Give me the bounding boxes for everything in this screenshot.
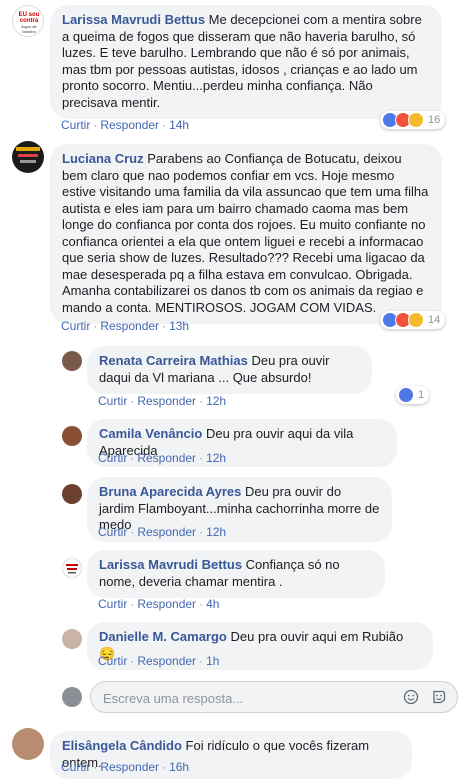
reply-link[interactable]: Responder (137, 394, 196, 408)
reply-author[interactable]: Camila Venâncio (99, 426, 202, 441)
avatar[interactable] (62, 558, 82, 578)
timestamp[interactable]: 13h (169, 319, 189, 333)
reply-bubble: Larissa Mavrudi Bettus Confiança só no n… (87, 550, 385, 598)
svg-text:barulho: barulho (22, 29, 36, 34)
emoji-icon[interactable] (403, 689, 419, 705)
like-link[interactable]: Curtir (98, 394, 127, 408)
reaction-count: 16 (428, 114, 441, 126)
comment-text: Parabens ao Confiança de Botucatu, deixo… (62, 151, 429, 315)
reactions-summary[interactable]: 16 (380, 111, 446, 129)
like-link[interactable]: Curtir (98, 597, 127, 611)
reply-actions: Curtir · Responder · 1h (98, 654, 220, 668)
avatar-logo-image (66, 564, 78, 574)
reply-actions: Curtir · Responder · 12h (98, 451, 227, 465)
timestamp[interactable]: 1h (206, 654, 219, 668)
like-reaction-icon (398, 387, 414, 403)
reply-actions: Curtir · Responder · 12h (98, 394, 227, 408)
comment-actions: Curtir · Responder · 13h (61, 319, 190, 333)
current-user-avatar (62, 687, 82, 707)
reply-actions: Curtir · Responder · 12h (98, 525, 227, 539)
like-link[interactable]: Curtir (61, 319, 90, 333)
haha-reaction-icon (408, 312, 424, 328)
like-link[interactable]: Curtir (61, 760, 90, 774)
comment-bubble: Luciana Cruz Parabens ao Confiança de Bo… (50, 144, 442, 324)
reply-author[interactable]: Renata Carreira Mathias (99, 353, 248, 368)
comment-bubble: Larissa Mavrudi Bettus Me decepcionei co… (50, 5, 442, 119)
reply-link[interactable]: Responder (137, 451, 196, 465)
avatar[interactable] (12, 728, 44, 760)
sticker-icon[interactable] (431, 689, 447, 705)
comment-author[interactable]: Elisângela Cândido (62, 738, 182, 753)
comment-author[interactable]: Luciana Cruz (62, 151, 144, 166)
reply-author[interactable]: Larissa Mavrudi Bettus (99, 557, 242, 572)
reply-bubble: Renata Carreira Mathias Deu pra ouvir da… (87, 346, 372, 394)
reply-link[interactable]: Responder (100, 319, 159, 333)
reply-link[interactable]: Responder (100, 118, 159, 132)
like-link[interactable]: Curtir (98, 654, 127, 668)
reply-link[interactable]: Responder (137, 525, 196, 539)
reply-link[interactable]: Responder (100, 760, 159, 774)
reaction-count: 14 (428, 314, 441, 326)
reactions-summary[interactable]: 14 (380, 311, 446, 329)
timestamp[interactable]: 4h (206, 597, 219, 611)
avatar[interactable] (62, 351, 82, 371)
timestamp[interactable]: 12h (206, 525, 226, 539)
timestamp[interactable]: 16h (169, 760, 189, 774)
avatar[interactable] (62, 426, 82, 446)
reply-actions: Curtir · Responder · 4h (98, 597, 220, 611)
reply-link[interactable]: Responder (137, 597, 196, 611)
reaction-count: 1 (418, 389, 425, 401)
avatar[interactable] (62, 629, 82, 649)
reactions-summary[interactable]: 1 (396, 386, 430, 404)
avatar-image (16, 147, 40, 163)
avatar[interactable] (12, 141, 44, 173)
reply-input[interactable] (101, 688, 385, 708)
comment-author[interactable]: Larissa Mavrudi Bettus (62, 12, 205, 27)
timestamp[interactable]: 14h (169, 118, 189, 132)
reply-author[interactable]: Bruna Aparecida Ayres (99, 484, 241, 499)
avatar[interactable]: EU sou contra fogos de barulho (12, 5, 44, 37)
reply-link[interactable]: Responder (137, 654, 196, 668)
timestamp[interactable]: 12h (206, 394, 226, 408)
reply-text: Deu pra ouvir aqui em Rubião (230, 629, 404, 644)
comment-actions: Curtir · Responder · 16h (61, 760, 190, 774)
haha-reaction-icon (408, 112, 424, 128)
like-link[interactable]: Curtir (98, 451, 127, 465)
like-link[interactable]: Curtir (61, 118, 90, 132)
timestamp[interactable]: 12h (206, 451, 226, 465)
comment-actions: Curtir · Responder · 14h (61, 118, 190, 132)
reply-input-box[interactable] (90, 681, 458, 713)
avatar-logo-image: EU sou contra fogos de barulho (19, 12, 40, 34)
like-link[interactable]: Curtir (98, 525, 127, 539)
avatar[interactable] (62, 484, 82, 504)
reply-author[interactable]: Danielle M. Camargo (99, 629, 227, 644)
